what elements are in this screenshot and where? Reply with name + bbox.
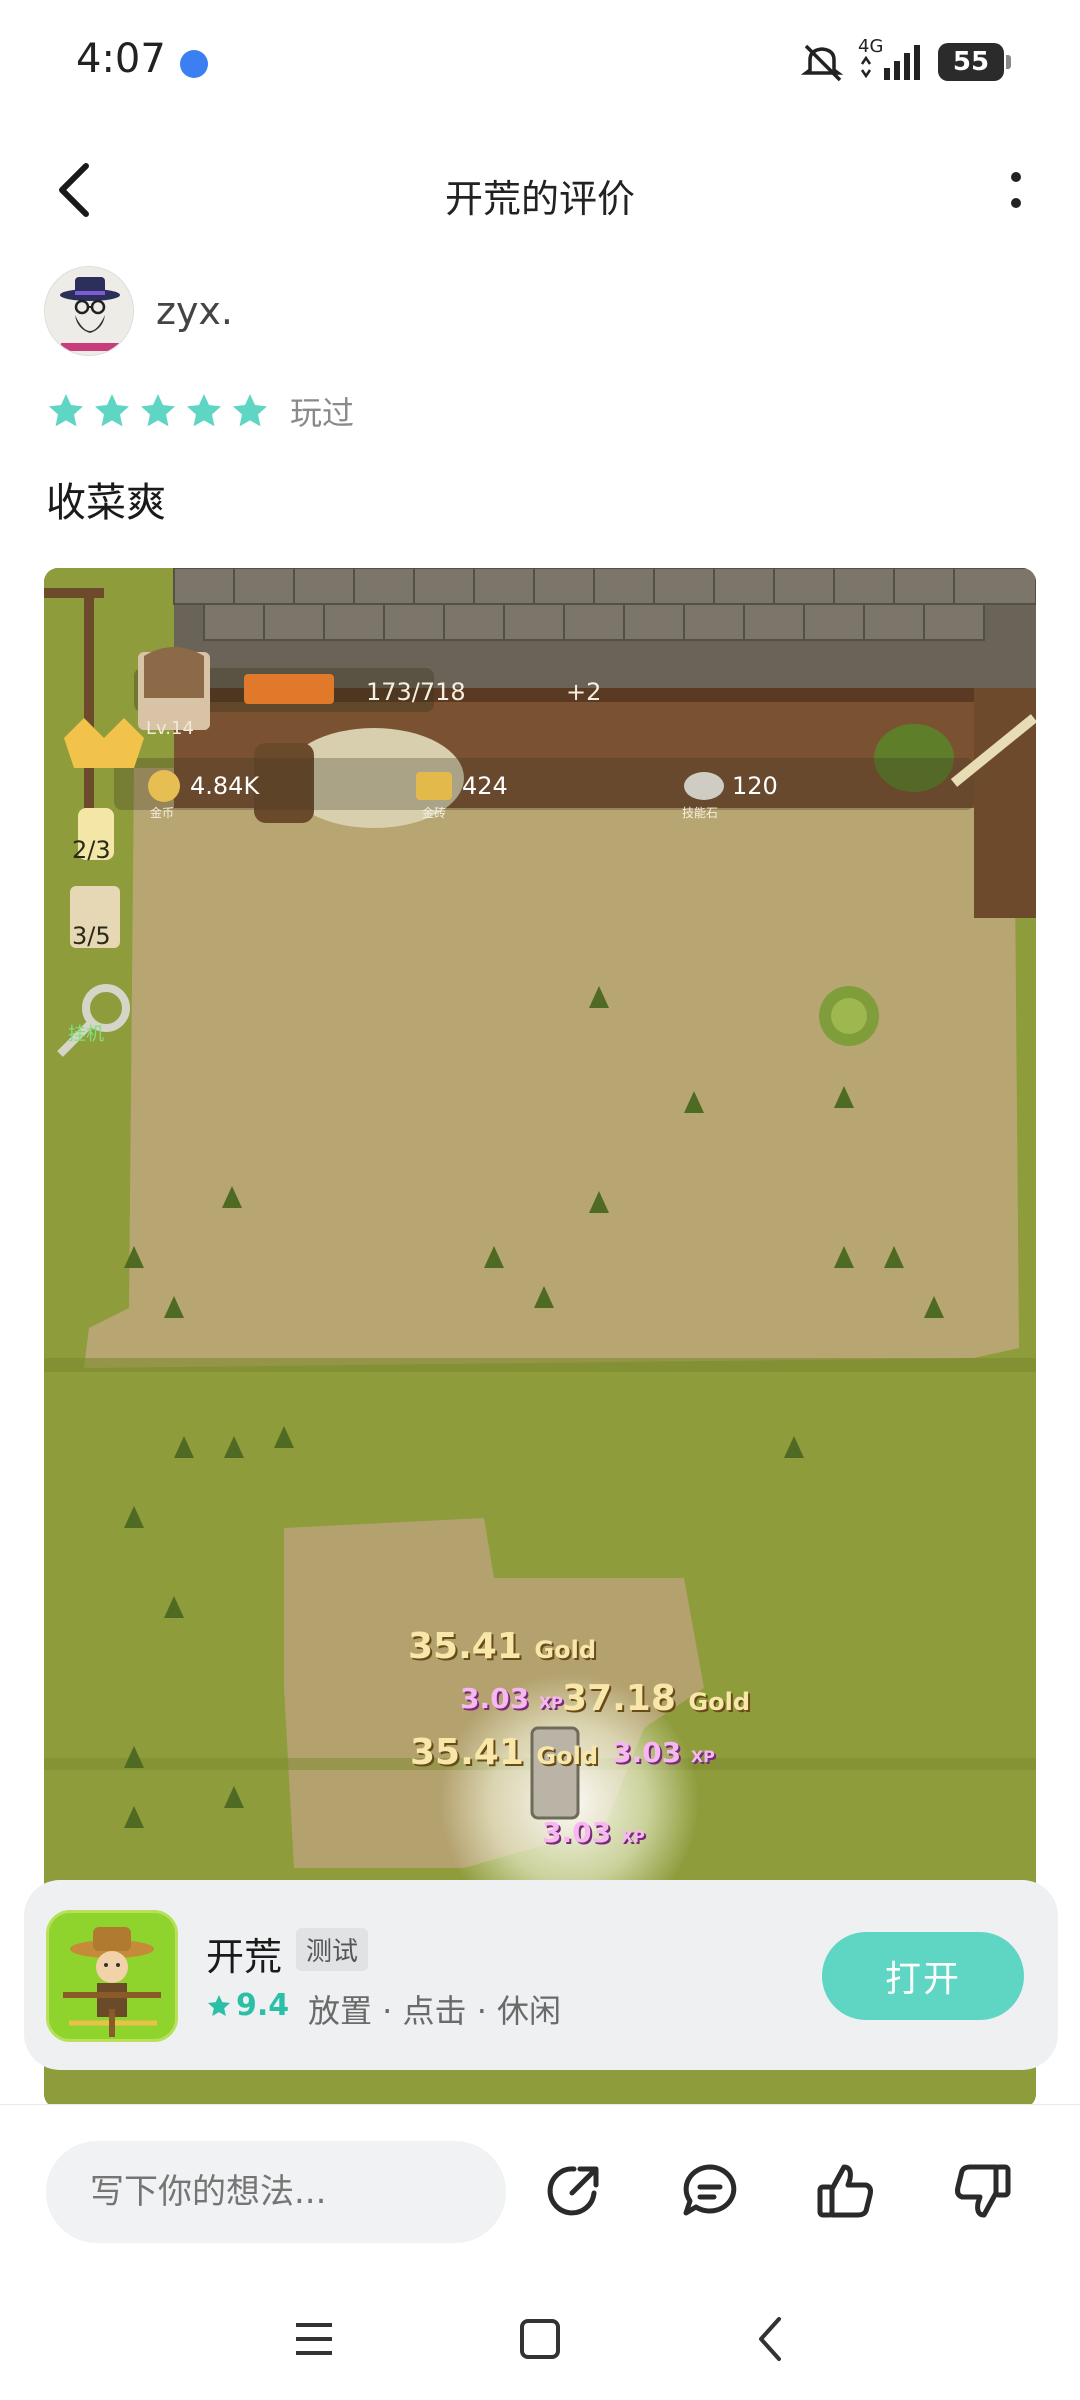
comment-input[interactable] (46, 2141, 506, 2243)
status-indicators: 4G 55 (800, 36, 1011, 86)
app-tag: 测试 (296, 1928, 369, 1971)
float-unit: Gold (534, 1636, 597, 1664)
float-unit: XP (538, 1693, 563, 1712)
open-app-button[interactable]: 打开 (822, 1932, 1024, 2020)
comment-button[interactable] (672, 2153, 748, 2229)
author-name[interactable]: zyx. (156, 289, 233, 333)
drink-count: 3/5 (72, 922, 111, 950)
page-title: 开荒的评价 (444, 177, 635, 221)
thumbs-down-icon (955, 2164, 1011, 2218)
review-screenshot[interactable]: Lv.14 173/718 +2 4.84K 金币 424 金砖 120 技能石… (44, 568, 1036, 2108)
float-gold: 35.41 Gold (410, 1732, 598, 1773)
float-xp: 3.03 XP (612, 1736, 715, 1769)
float-value: 3.03 (542, 1816, 612, 1849)
app-genres: 放置 · 点击 · 休闲 (308, 1992, 562, 2030)
status-time: 4:07 (76, 36, 166, 82)
star-icon (141, 394, 175, 427)
app-icon[interactable] (46, 1910, 178, 2042)
float-value: 3.03 (460, 1682, 530, 1715)
system-back-button[interactable] (730, 2304, 810, 2374)
float-gold: 35.41 Gold (408, 1626, 596, 1667)
float-value: 3.03 (612, 1736, 682, 1769)
float-unit: Gold (536, 1742, 599, 1770)
dislike-button[interactable] (944, 2153, 1020, 2229)
recent-apps-button[interactable] (274, 2304, 354, 2374)
played-label: 玩过 (290, 394, 355, 432)
review-page: 4:07 4G 55 开荒的评价 zyx. 玩过 收菜爽 Lv.14 173/7… (0, 0, 1080, 2400)
more-dot (1011, 172, 1021, 182)
scarecrow-icon (49, 1913, 175, 2039)
star-icon (95, 394, 129, 427)
share-icon (547, 2166, 599, 2216)
float-value: 35.41 (408, 1626, 522, 1667)
like-button[interactable] (808, 2153, 884, 2229)
candle-count: 2/3 (72, 836, 111, 864)
avatar-image (45, 267, 133, 355)
menu-icon (296, 2323, 332, 2355)
more-dot (1011, 198, 1021, 208)
float-unit: XP (620, 1827, 645, 1846)
app-score: 9.4 (206, 1988, 289, 2023)
status-bar: 4:07 4G 55 (0, 0, 1080, 125)
app-card[interactable]: 开荒 测试 9.4 放置 · 点击 · 休闲 打开 (24, 1880, 1058, 2070)
coin-count: 4.84K (190, 772, 260, 800)
bottom-action-bar (0, 2104, 1080, 2274)
signal-icon: 4G (858, 36, 924, 82)
app-score-value: 9.4 (236, 1988, 290, 2023)
star-icon (49, 394, 83, 427)
top-nav: 开荒的评价 (0, 130, 1080, 250)
float-xp: 3.03 XP (542, 1816, 645, 1849)
chevron-left-icon (759, 2317, 781, 2361)
system-navigation-bar (0, 2280, 1080, 2400)
float-value: 35.41 (410, 1732, 524, 1773)
skill-stone-count: 120 (732, 772, 778, 800)
idle-label[interactable]: 挂机 (68, 1020, 104, 1046)
star-icon (233, 394, 267, 427)
coin-label: 金币 (150, 806, 175, 820)
share-button[interactable] (536, 2153, 612, 2229)
float-unit: XP (690, 1747, 715, 1766)
star-icon (207, 1994, 231, 2016)
square-icon (520, 2319, 560, 2359)
gold-bar-count: 424 (462, 772, 508, 800)
review-text: 收菜爽 (46, 480, 166, 526)
player-level: Lv.14 (146, 718, 194, 739)
app-name[interactable]: 开荒 (206, 1926, 282, 1981)
more-options-button[interactable] (1004, 164, 1028, 216)
gold-bar-label: 金砖 (422, 806, 447, 820)
battery-icon: 55 (938, 43, 1011, 81)
tool-bonus: +2 (566, 678, 602, 706)
review-author[interactable]: zyx. (44, 266, 233, 356)
float-value: 37.18 (562, 1678, 676, 1719)
thumbs-up-icon (817, 2164, 873, 2218)
avatar[interactable] (44, 266, 134, 356)
home-button[interactable] (500, 2304, 580, 2374)
skill-stone-label: 技能石 (682, 806, 719, 820)
star-icon (187, 394, 221, 427)
planet-icon (180, 50, 208, 78)
float-gold: 37.18 Gold (562, 1678, 750, 1719)
float-unit: Gold (688, 1688, 751, 1716)
review-rating: 玩过 (46, 388, 354, 434)
mute-icon (800, 44, 844, 82)
xp-progress: 173/718 (366, 678, 466, 706)
chat-bubble-icon (683, 2164, 737, 2216)
float-xp: 3.03 XP (460, 1682, 563, 1715)
